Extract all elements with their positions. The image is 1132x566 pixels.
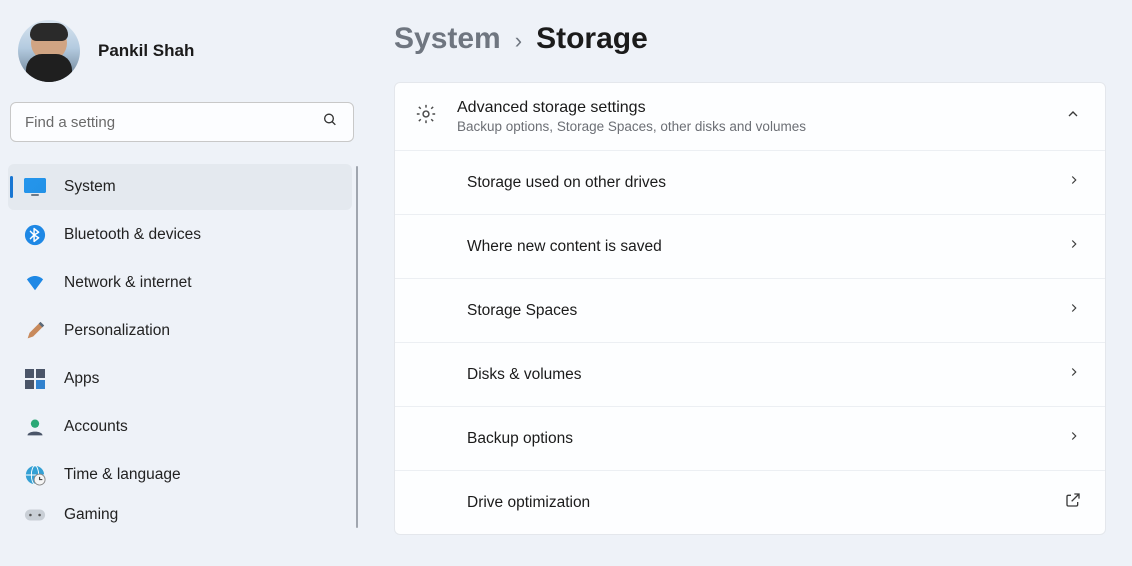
globe-clock-icon	[24, 464, 46, 486]
row-disks-volumes[interactable]: Disks & volumes	[395, 342, 1105, 406]
chevron-right-icon	[1067, 365, 1081, 384]
sidebar-item-bluetooth[interactable]: Bluetooth & devices	[8, 212, 352, 258]
chevron-right-icon	[1067, 173, 1081, 192]
apps-icon	[24, 368, 46, 390]
sidebar-item-label: Apps	[64, 370, 99, 388]
breadcrumb-parent[interactable]: System	[394, 22, 501, 56]
paintbrush-icon	[24, 320, 46, 342]
sidebar-item-gaming[interactable]: Gaming	[8, 500, 352, 530]
row-storage-spaces[interactable]: Storage Spaces	[395, 278, 1105, 342]
row-drive-optimization[interactable]: Drive optimization	[395, 470, 1105, 534]
sidebar-item-apps[interactable]: Apps	[8, 356, 352, 402]
page-title: Storage	[536, 22, 648, 56]
chevron-right-icon: ›	[515, 28, 522, 54]
breadcrumb: System › Storage	[394, 22, 1106, 56]
sidebar-item-accounts[interactable]: Accounts	[8, 404, 352, 450]
chevron-right-icon	[1067, 237, 1081, 256]
sidebar-item-label: Accounts	[64, 418, 128, 436]
wifi-icon	[24, 272, 46, 294]
gamepad-icon	[24, 504, 46, 526]
sidebar-item-time-language[interactable]: Time & language	[8, 452, 352, 498]
nav-scroll-indicator	[356, 166, 358, 528]
row-label: Storage used on other drives	[467, 174, 1067, 192]
bluetooth-icon	[24, 224, 46, 246]
card-title: Advanced storage settings	[457, 99, 1045, 117]
sidebar-item-label: Time & language	[64, 466, 181, 484]
sidebar-item-label: System	[64, 178, 116, 196]
main-panel: System › Storage Advanced storage settin…	[360, 0, 1132, 566]
gear-icon	[415, 103, 437, 130]
search-icon[interactable]	[322, 112, 338, 133]
row-label: Backup options	[467, 430, 1067, 448]
row-where-new-content[interactable]: Where new content is saved	[395, 214, 1105, 278]
external-link-icon	[1065, 492, 1081, 513]
sidebar-item-network[interactable]: Network & internet	[8, 260, 352, 306]
nav-list: System Bluetooth & devices Network & int…	[8, 164, 360, 530]
row-label: Storage Spaces	[467, 302, 1067, 320]
chevron-right-icon	[1067, 429, 1081, 448]
sidebar-item-label: Gaming	[64, 506, 118, 524]
person-icon	[24, 416, 46, 438]
search-wrap	[10, 102, 354, 142]
sidebar-item-system[interactable]: System	[8, 164, 352, 210]
username: Pankil Shah	[98, 41, 194, 61]
profile-block[interactable]: Pankil Shah	[8, 12, 360, 98]
search-input[interactable]	[10, 102, 354, 142]
chevron-up-icon	[1065, 106, 1081, 127]
avatar	[18, 20, 80, 82]
row-label: Disks & volumes	[467, 366, 1067, 384]
row-backup-options[interactable]: Backup options	[395, 406, 1105, 470]
card-titles: Advanced storage settings Backup options…	[457, 99, 1045, 134]
sidebar-item-personalization[interactable]: Personalization	[8, 308, 352, 354]
sidebar-item-label: Bluetooth & devices	[64, 226, 201, 244]
row-label: Where new content is saved	[467, 238, 1067, 256]
chevron-right-icon	[1067, 301, 1081, 320]
card-subtitle: Backup options, Storage Spaces, other di…	[457, 119, 1045, 134]
advanced-storage-card: Advanced storage settings Backup options…	[394, 82, 1106, 535]
display-icon	[24, 176, 46, 198]
sidebar: Pankil Shah System Bluetooth & devices N…	[0, 0, 360, 566]
sidebar-item-label: Network & internet	[64, 274, 192, 292]
row-label: Drive optimization	[467, 494, 1065, 512]
row-storage-other-drives[interactable]: Storage used on other drives	[395, 150, 1105, 214]
advanced-storage-header[interactable]: Advanced storage settings Backup options…	[395, 83, 1105, 150]
sidebar-item-label: Personalization	[64, 322, 170, 340]
